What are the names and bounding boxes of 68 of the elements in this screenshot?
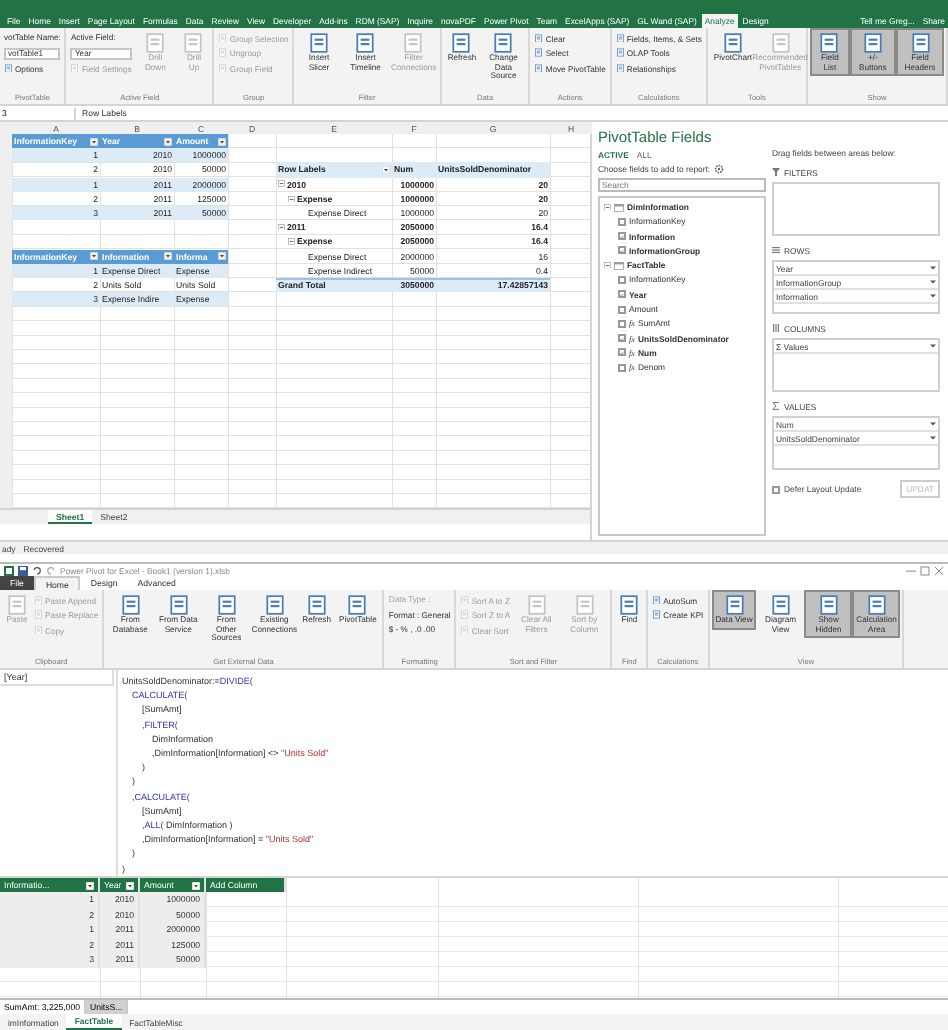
- command-icon: [818, 32, 841, 54]
- command-icon: [723, 594, 745, 616]
- collapse-icon[interactable]: [288, 238, 295, 246]
- filter-dropdown-icon[interactable]: [218, 252, 226, 261]
- command-icon: [615, 33, 625, 43]
- command-icon: [534, 33, 544, 43]
- command-icon: [652, 610, 662, 620]
- command-icon: [218, 48, 228, 58]
- command-icon: [218, 63, 228, 73]
- close-icon[interactable]: [934, 565, 944, 575]
- spreadsheet-icon: [4, 565, 14, 575]
- command-icon: [34, 625, 43, 635]
- collapse-icon[interactable]: [288, 195, 295, 203]
- checkbox[interactable]: [618, 305, 626, 314]
- checkbox[interactable]: [772, 485, 780, 493]
- table-icon: [614, 203, 624, 211]
- filter-dropdown-icon[interactable]: [90, 252, 98, 261]
- table-icon: [614, 261, 624, 270]
- collapse-icon[interactable]: [604, 203, 611, 211]
- filter-dropdown-icon[interactable]: [126, 881, 134, 889]
- command-icon: [34, 610, 43, 620]
- columns-icon: [772, 324, 780, 332]
- command-icon: [615, 48, 625, 58]
- command-icon: [652, 595, 662, 605]
- checkbox[interactable]: [618, 348, 626, 357]
- filter-dropdown-icon[interactable]: [164, 252, 172, 261]
- collapse-icon[interactable]: [604, 261, 611, 269]
- command-icon: [817, 594, 840, 616]
- caret-icon[interactable]: [930, 422, 936, 426]
- filter-dropdown-icon[interactable]: [90, 137, 98, 146]
- checkbox[interactable]: [618, 334, 626, 343]
- caret-icon[interactable]: [930, 344, 936, 348]
- command-icon: [861, 32, 884, 54]
- command-icon: [70, 63, 80, 73]
- caret-icon[interactable]: [930, 436, 936, 440]
- filter-icon: [772, 168, 780, 176]
- collapse-icon[interactable]: [278, 180, 285, 188]
- command-icon: [460, 625, 470, 635]
- checkbox[interactable]: [618, 275, 626, 284]
- filter-dropdown-icon[interactable]: [218, 137, 226, 146]
- caret-icon[interactable]: [930, 294, 936, 298]
- command-icon: [34, 595, 43, 605]
- checkbox[interactable]: [618, 290, 626, 299]
- command-icon: [865, 594, 888, 616]
- command-icon: [460, 595, 470, 605]
- filter-dropdown-icon[interactable]: [382, 165, 390, 174]
- filter-dropdown-icon[interactable]: [86, 881, 94, 889]
- checkbox[interactable]: [618, 217, 626, 226]
- save-icon[interactable]: [18, 565, 28, 575]
- checkbox[interactable]: [618, 319, 626, 328]
- checkbox[interactable]: [618, 363, 626, 372]
- command-icon: [218, 33, 228, 43]
- command-icon: [909, 32, 931, 54]
- caret-icon[interactable]: [930, 266, 936, 270]
- command-icon: [534, 48, 544, 58]
- sum-icon: [772, 402, 780, 410]
- settings-icon[interactable]: [714, 164, 725, 174]
- command-icon: [615, 63, 625, 73]
- rows-icon: [772, 246, 780, 254]
- filter-dropdown-icon[interactable]: [192, 881, 200, 889]
- collapse-icon[interactable]: [278, 223, 285, 231]
- filter-dropdown-icon[interactable]: [164, 137, 172, 146]
- undo-icon[interactable]: [32, 565, 42, 575]
- checkbox[interactable]: [618, 232, 626, 241]
- command-icon: [534, 63, 544, 73]
- command-icon: [460, 610, 470, 620]
- checkbox[interactable]: [618, 246, 626, 255]
- caret-icon[interactable]: [930, 280, 936, 284]
